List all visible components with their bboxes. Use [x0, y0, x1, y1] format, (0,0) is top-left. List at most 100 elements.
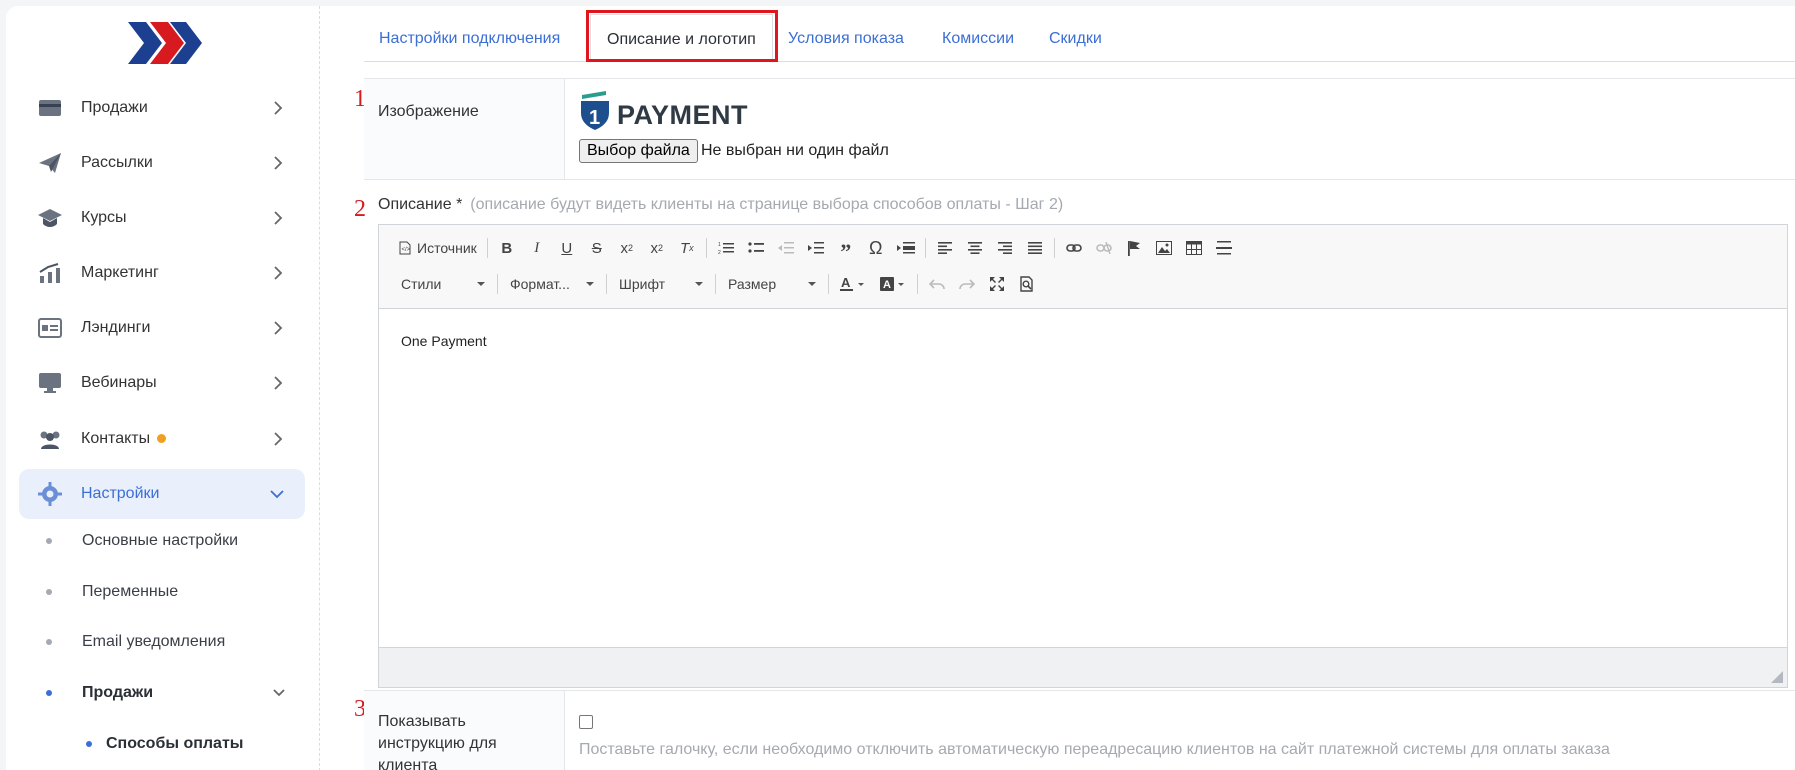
sidebar-item-label: Маркетинг — [81, 264, 159, 281]
insert-block-icon[interactable] — [891, 234, 921, 262]
toolbar-separator — [705, 238, 707, 258]
sidebar-subitem-variables[interactable]: Переменные — [46, 578, 178, 606]
toolbar-separator — [715, 274, 716, 294]
align-justify-icon[interactable] — [1020, 234, 1050, 262]
align-center-icon[interactable] — [960, 234, 990, 262]
table-icon[interactable] — [1179, 234, 1209, 262]
tab-discounts[interactable]: Скидки — [1049, 14, 1102, 62]
choose-file-button[interactable]: Выбор файла — [579, 139, 698, 163]
users-icon — [37, 426, 63, 452]
sidebar-item-settings[interactable]: Настройки — [19, 469, 305, 519]
superscript-icon[interactable]: x2 — [642, 234, 672, 262]
sidebar-subitem-label: Способы оплаты — [106, 735, 244, 752]
align-right-icon[interactable] — [990, 234, 1020, 262]
bold-icon[interactable]: B — [492, 234, 522, 262]
font-dropdown[interactable]: Шрифт — [611, 271, 711, 297]
show-instruction-checkbox[interactable] — [579, 715, 593, 729]
sidebar: Продажи Рассылки Курсы Маркетинг Лэндинг… — [6, 6, 320, 770]
numbered-list-icon[interactable]: 12 — [711, 234, 741, 262]
indent-icon[interactable] — [801, 234, 831, 262]
undo-icon[interactable] — [922, 270, 952, 298]
svg-text:1: 1 — [718, 242, 721, 248]
chevron-right-icon — [274, 101, 283, 115]
maximize-icon[interactable] — [982, 270, 1012, 298]
bullet-list-icon[interactable] — [741, 234, 771, 262]
subscript-icon[interactable]: x2 — [612, 234, 642, 262]
sidebar-item-landings[interactable]: Лэндинги — [19, 303, 305, 353]
tab-commissions[interactable]: Комиссии — [942, 14, 1014, 62]
preview-icon[interactable] — [1012, 270, 1042, 298]
source-button[interactable]: </> Источник — [393, 234, 483, 262]
sidebar-subitem-email-notifications[interactable]: Email уведомления — [46, 628, 225, 656]
tab-connection-settings[interactable]: Настройки подключения — [379, 14, 560, 62]
italic-icon[interactable]: I — [522, 234, 552, 262]
remove-format-icon[interactable]: Tx — [672, 234, 702, 262]
styles-dropdown[interactable]: Стили — [393, 271, 493, 297]
chart-up-icon — [37, 260, 63, 286]
instruction-label-line: инструкцию для — [378, 735, 497, 752]
sidebar-item-contacts[interactable]: Контакты — [19, 414, 305, 464]
align-left-icon[interactable] — [930, 234, 960, 262]
sidebar-item-courses[interactable]: Курсы — [19, 193, 305, 243]
link-icon[interactable] — [1059, 234, 1089, 262]
sidebar-subitem-sales[interactable]: Продажи — [46, 679, 286, 707]
card-icon — [37, 95, 63, 121]
sidebar-item-marketing[interactable]: Маркетинг — [19, 248, 305, 298]
redo-icon[interactable] — [952, 270, 982, 298]
instruction-field: Поставьте галочку, если необходимо отклю… — [564, 691, 1795, 770]
text-color-icon[interactable]: A — [833, 270, 873, 298]
blockquote-icon[interactable]: ” — [831, 234, 861, 264]
sidebar-subitem-main-settings[interactable]: Основные настройки — [46, 527, 238, 555]
bullet-icon — [46, 589, 52, 595]
strikethrough-icon[interactable]: S — [582, 234, 612, 262]
chevron-right-icon — [274, 376, 283, 390]
size-dropdown[interactable]: Размер — [720, 271, 824, 297]
description-label: Описание * (описание будут видеть клиенты… — [378, 196, 1063, 214]
sidebar-item-mailings[interactable]: Рассылки — [19, 138, 305, 188]
instruction-hint: Поставьте галочку, если необходимо отклю… — [579, 741, 1610, 758]
styles-label: Стили — [401, 276, 442, 292]
file-status-text: Не выбран ни один файл — [701, 142, 889, 159]
background-color-icon[interactable]: A — [873, 270, 913, 298]
tab-description-logo[interactable]: Описание и логотип — [590, 14, 773, 63]
gear-icon — [37, 481, 63, 507]
sidebar-subitem-payment-methods[interactable]: Способы оплаты — [86, 730, 243, 758]
sidebar-item-webinars[interactable]: Вебинары — [19, 358, 305, 408]
dropdown-arrow-icon — [477, 282, 485, 286]
description-hint: (описание будут видеть клиенты на страни… — [470, 196, 1064, 213]
toolbar-separator — [1053, 238, 1055, 258]
image-label: Изображение — [378, 103, 479, 120]
paper-plane-icon — [37, 150, 63, 176]
toolbar-separator — [606, 274, 607, 294]
editor-footer — [379, 647, 1787, 687]
outdent-icon[interactable] — [771, 234, 801, 262]
source-label: Источник — [417, 240, 477, 256]
unlink-icon[interactable] — [1089, 234, 1119, 262]
rich-text-editor: </> Источник B I U S x2 x2 Tx 12 ” Ω Сти… — [378, 224, 1788, 688]
toolbar-separator — [924, 238, 926, 258]
dropdown-arrow-icon — [586, 282, 594, 286]
bullet-icon — [86, 741, 92, 747]
image-row: Изображение 1 PAYMENT Выбор файла Не выб… — [364, 78, 1795, 180]
chevron-down-icon — [273, 689, 285, 697]
editor-content[interactable]: One Payment — [379, 309, 1787, 649]
graduation-cap-icon — [37, 205, 63, 231]
sidebar-item-sales[interactable]: Продажи — [19, 83, 305, 133]
format-dropdown[interactable]: Формат... — [502, 271, 602, 297]
logo-icon[interactable] — [124, 20, 204, 66]
toolbar-separator — [497, 274, 498, 294]
resize-handle-icon[interactable] — [1771, 671, 1783, 683]
editor-toolbar: </> Источник B I U S x2 x2 Tx 12 ” Ω Сти… — [379, 225, 1787, 309]
anchor-flag-icon[interactable] — [1119, 234, 1149, 262]
sidebar-subitem-label: Продажи — [82, 684, 154, 701]
description-label-text: Описание * — [378, 196, 463, 213]
underline-icon[interactable]: U — [552, 234, 582, 262]
chevron-down-icon — [270, 490, 284, 499]
sidebar-item-label: Вебинары — [81, 374, 157, 391]
toolbar-separator — [828, 274, 829, 294]
image-icon[interactable] — [1149, 234, 1179, 262]
special-char-icon[interactable]: Ω — [861, 234, 891, 262]
tab-display-conditions[interactable]: Условия показа — [788, 14, 904, 62]
horizontal-rule-icon[interactable] — [1209, 234, 1239, 262]
main-content: Настройки подключения Описание и логотип… — [320, 6, 1795, 770]
